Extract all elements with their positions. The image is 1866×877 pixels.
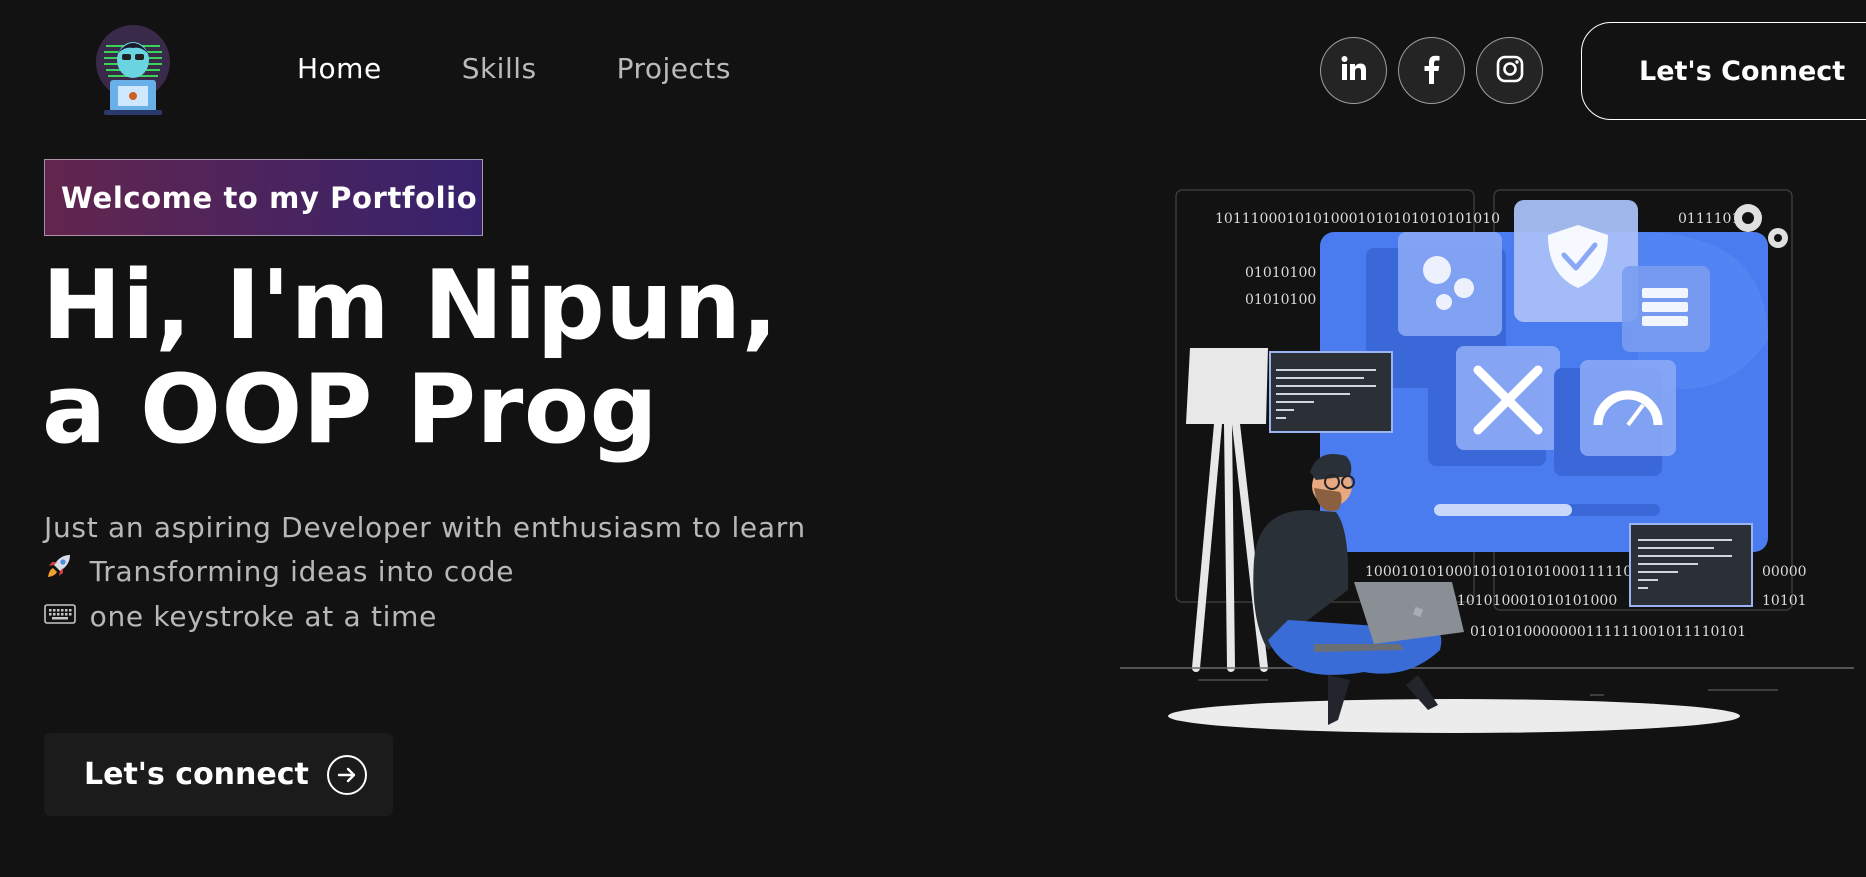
welcome-tagline: Welcome to my Portfolio	[44, 159, 483, 236]
description-line-3: one keystroke at a time	[44, 595, 904, 640]
instagram-button[interactable]	[1476, 37, 1543, 104]
binary-text-2: 01010100	[1245, 265, 1316, 281]
linkedin-icon	[1339, 54, 1369, 88]
description-line-1: Just an aspiring Developer with enthusia…	[44, 506, 904, 550]
hero-title: Hi, I'm Nipun, a OOP Prog	[42, 251, 779, 465]
description-text-1: Just an aspiring Developer with enthusia…	[44, 511, 806, 544]
binary-text-9: 0101010000000111111001011110101	[1470, 624, 1746, 640]
lets-connect-button[interactable]: Let's Connect	[1581, 22, 1866, 120]
rocket-icon	[44, 551, 80, 595]
nav-link-projects[interactable]: Projects	[617, 52, 731, 85]
social-icons	[1320, 37, 1543, 104]
binary-text-3: 01010100	[1245, 292, 1316, 308]
description-line-2: Transforming ideas into code	[44, 550, 904, 595]
cta-label: Let's connect	[84, 757, 309, 792]
hero-illustration: 10111000101010001010101010101010 0101010…	[1118, 180, 1858, 750]
binary-text-7: 0101010001010101000	[1448, 593, 1617, 609]
description-text-3: one keystroke at a time	[89, 600, 438, 633]
binary-text-1: 10111000101010001010101010101010	[1215, 211, 1500, 227]
hero-description: Just an aspiring Developer with enthusia…	[44, 506, 904, 640]
nav-link-home[interactable]: Home	[297, 52, 382, 85]
facebook-button[interactable]	[1398, 37, 1465, 104]
keyboard-icon	[44, 596, 80, 640]
binary-text-5: 100010101000101010101000111110	[1365, 564, 1632, 580]
binary-text-8: 10101	[1762, 593, 1807, 609]
description-text-2: Transforming ideas into code	[89, 555, 515, 588]
arrow-right-circle-icon	[326, 754, 367, 795]
avatar-logo[interactable]	[96, 24, 174, 120]
navbar: Home Skills Projects Let's Connect	[0, 0, 1866, 143]
lets-connect-cta-button[interactable]: Let's connect	[44, 733, 393, 816]
nav-link-skills[interactable]: Skills	[462, 52, 537, 85]
nav-links: Home Skills Projects	[297, 52, 811, 85]
binary-text-6: 00000	[1762, 564, 1807, 580]
facebook-icon	[1420, 54, 1444, 88]
linkedin-button[interactable]	[1320, 37, 1387, 104]
instagram-icon	[1496, 55, 1524, 87]
